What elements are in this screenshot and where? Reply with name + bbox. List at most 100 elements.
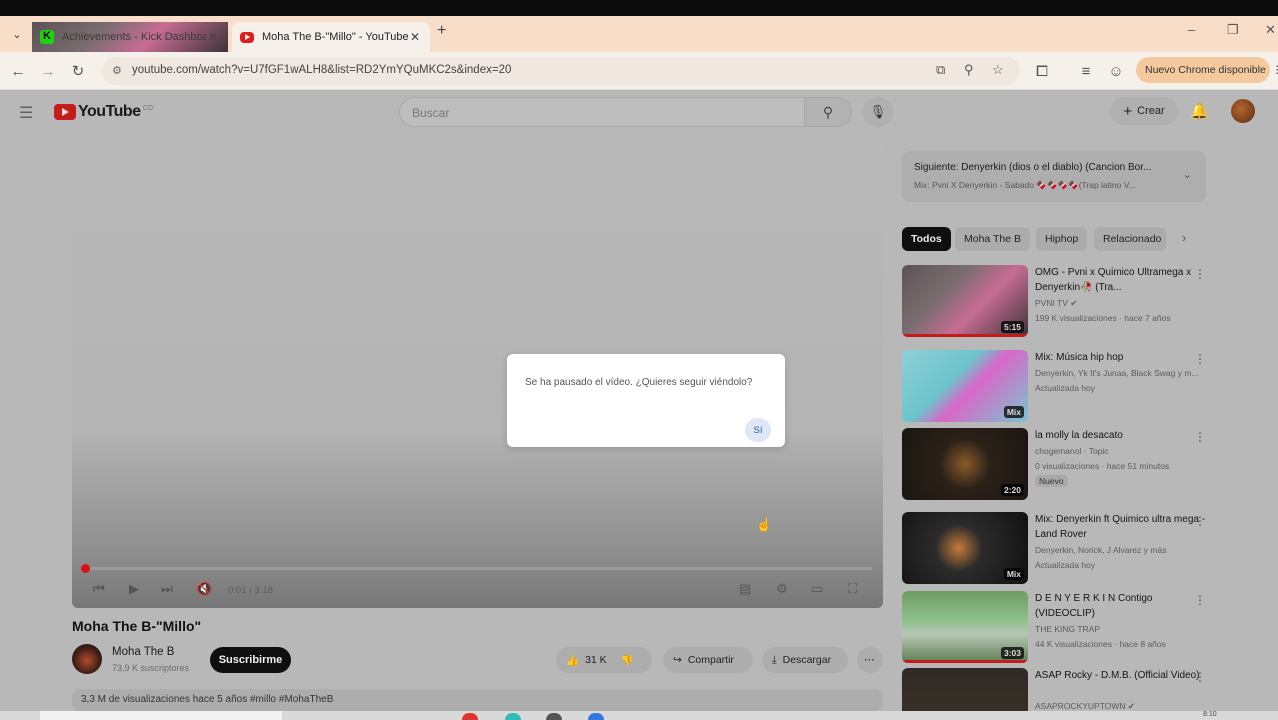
- related-video-channel[interactable]: ASAPROCKYUPTOWN ✔: [1035, 701, 1135, 711]
- minimize-icon[interactable]: –: [1188, 22, 1195, 37]
- extensions-icon[interactable]: ⧠: [1032, 61, 1052, 81]
- account-avatar[interactable]: [1231, 99, 1255, 123]
- download-icon: ⤓: [772, 653, 777, 666]
- like-icon[interactable]: 👍: [566, 654, 579, 667]
- related-video-channel[interactable]: THE KING TRAP: [1035, 624, 1100, 634]
- related-video-meta: 44 K visualizaciones · hace 8 años: [1035, 639, 1166, 649]
- media-controls-icon[interactable]: ≡: [1076, 61, 1096, 81]
- chrome-update-button[interactable]: Nuevo Chrome disponible ⋮: [1136, 57, 1278, 83]
- video-thumbnail[interactable]: 2:20: [902, 428, 1028, 500]
- video-thumbnail[interactable]: Mix: [902, 350, 1028, 422]
- close-window-icon[interactable]: ✕: [1265, 22, 1276, 38]
- install-app-icon[interactable]: ⧉: [936, 62, 945, 78]
- reload-icon[interactable]: ↻: [68, 61, 88, 81]
- app-taskbar-icon[interactable]: [546, 713, 562, 720]
- fullscreen-icon[interactable]: ⛶: [848, 581, 857, 597]
- related-video-meta: 0 visualizaciones · hace 51 minutos: [1035, 461, 1170, 471]
- more-actions-icon[interactable]: ⋯: [857, 647, 883, 673]
- related-video-title[interactable]: la molly la desacato: [1035, 428, 1215, 443]
- subscribe-button[interactable]: Suscribirme: [210, 647, 291, 673]
- related-video[interactable]: ASAP Rocky - D.M.B. (Official Video) ASA…: [902, 668, 1272, 711]
- youtube-logo[interactable]: YouTube CO: [54, 103, 153, 121]
- up-next-playlist[interactable]: Siguiente: Denyerkin (dios o el diablo) …: [902, 151, 1206, 202]
- video-thumbnail[interactable]: [902, 668, 1028, 711]
- video-thumbnail[interactable]: 5:15: [902, 265, 1028, 337]
- browser-taskbar-icon[interactable]: [462, 713, 478, 720]
- chip-related[interactable]: Relacionado: [1094, 227, 1166, 251]
- dislike-icon[interactable]: 👎: [621, 654, 634, 667]
- forward-icon[interactable]: →: [38, 61, 58, 81]
- kebab-menu-icon[interactable]: ⋮: [1194, 430, 1206, 444]
- duration-badge: 3:03: [1000, 647, 1024, 659]
- bookmark-star-icon[interactable]: ☆: [992, 62, 1004, 78]
- country-code: CO: [142, 104, 154, 112]
- play-icon[interactable]: ▶: [129, 581, 139, 597]
- related-video-title[interactable]: ASAP Rocky - D.M.B. (Official Video): [1035, 668, 1215, 683]
- related-video[interactable]: Mix Mix: Denyerkin ft Quimico ultra mega…: [902, 512, 1272, 584]
- continue-watching-button[interactable]: Sí: [745, 418, 771, 442]
- zoom-icon[interactable]: ⚲: [964, 62, 974, 78]
- hamburger-menu-icon[interactable]: ☰: [19, 103, 33, 123]
- url-text[interactable]: youtube.com/watch?v=U7fGF1wALH8&list=RD2…: [132, 64, 511, 76]
- site-info-icon[interactable]: ⚙: [112, 64, 122, 77]
- chevron-down-icon[interactable]: ⌄: [1183, 168, 1192, 181]
- voice-search-button[interactable]: 🎙: [863, 97, 893, 127]
- chip-hiphop[interactable]: Hiphop: [1036, 227, 1088, 251]
- kebab-menu-icon[interactable]: ⋮: [1194, 593, 1206, 607]
- like-count[interactable]: 31 K: [585, 654, 607, 666]
- more-menu-icon[interactable]: ⋮: [1272, 64, 1278, 76]
- related-video-channel[interactable]: chogemanol · Topic: [1035, 446, 1109, 456]
- related-video-channel[interactable]: Denyerkin, Yk It's Junaa, Black Swag y m…: [1035, 368, 1199, 378]
- related-video-channel[interactable]: Denyerkin, Norick, J Alvarez y más: [1035, 545, 1166, 555]
- related-video[interactable]: 2:20 la molly la desacato chogemanol · T…: [902, 428, 1272, 500]
- related-video-channel[interactable]: PVNI TV ✔: [1035, 298, 1077, 309]
- app-taskbar-icon[interactable]: [588, 713, 604, 720]
- kebab-menu-icon[interactable]: ⋮: [1194, 670, 1206, 684]
- theater-mode-icon[interactable]: ▭: [811, 581, 823, 597]
- back-icon[interactable]: ←: [8, 61, 28, 81]
- related-video[interactable]: 5:15 OMG - Pvni x Quimico Ultramega x De…: [902, 265, 1272, 337]
- search-button[interactable]: ⚲: [804, 97, 852, 127]
- close-tab-icon[interactable]: ✕: [408, 30, 422, 44]
- share-button[interactable]: ↪ Compartir: [663, 647, 753, 673]
- profile-icon[interactable]: ☺: [1106, 61, 1126, 81]
- progress-scrubber[interactable]: [81, 564, 90, 573]
- notifications-bell-icon[interactable]: 🔔: [1190, 102, 1209, 120]
- new-tab-button[interactable]: +: [437, 22, 446, 40]
- related-video-title[interactable]: Mix: Denyerkin ft Quimico ultra mega - L…: [1035, 512, 1215, 542]
- tab-youtube[interactable]: Moha The B-"Millo" - YouTube ✕: [232, 22, 430, 52]
- search-input[interactable]: Buscar: [399, 97, 805, 127]
- restore-icon[interactable]: ❐: [1227, 22, 1239, 38]
- settings-gear-icon[interactable]: ⚙: [776, 581, 788, 597]
- tab-search-dropdown-icon[interactable]: ⌄: [8, 25, 26, 43]
- kebab-menu-icon[interactable]: ⋮: [1194, 267, 1206, 281]
- tab-kick-dashboard[interactable]: Achievements - Kick Dashboard ✕: [32, 22, 228, 52]
- download-button[interactable]: ⤓ Descargar: [762, 647, 848, 673]
- taskbar-search-box[interactable]: [40, 711, 282, 720]
- related-video-title[interactable]: Mix: Música hip hop: [1035, 350, 1215, 365]
- chip-moha-the-b[interactable]: Moha The B: [955, 227, 1031, 251]
- related-video-title[interactable]: OMG - Pvni x Quimico Ultramega x Denyerk…: [1035, 265, 1215, 295]
- next-icon[interactable]: ⏭: [161, 581, 173, 597]
- address-bar[interactable]: ⚙ youtube.com/watch?v=U7fGF1wALH8&list=R…: [102, 57, 1020, 85]
- video-thumbnail[interactable]: 3:03: [902, 591, 1028, 663]
- video-thumbnail[interactable]: Mix: [902, 512, 1028, 584]
- related-video-title[interactable]: D E N Y E R K I N Contigo (VIDEOCLIP): [1035, 591, 1215, 621]
- previous-icon[interactable]: ⏮: [93, 581, 105, 597]
- chevron-right-icon[interactable]: ›: [1182, 230, 1186, 245]
- kebab-menu-icon[interactable]: ⋮: [1194, 352, 1206, 366]
- channel-name[interactable]: Moha The B: [112, 646, 174, 658]
- kebab-menu-icon[interactable]: ⋮: [1194, 514, 1206, 528]
- chip-all[interactable]: Todos: [902, 227, 951, 251]
- related-video[interactable]: Mix Mix: Música hip hop Denyerkin, Yk It…: [902, 350, 1272, 422]
- app-taskbar-icon[interactable]: [505, 713, 521, 720]
- progress-bar[interactable]: [84, 567, 872, 570]
- description-box[interactable]: 3,3 M de visualizaciones hace 5 años #mi…: [72, 689, 883, 711]
- channel-avatar[interactable]: [72, 644, 102, 674]
- close-tab-icon[interactable]: ✕: [206, 30, 220, 44]
- subtitles-icon[interactable]: ▤: [739, 581, 751, 597]
- mute-icon[interactable]: 🔇: [196, 581, 212, 597]
- related-video[interactable]: 3:03 D E N Y E R K I N Contigo (VIDEOCLI…: [902, 591, 1272, 663]
- create-button[interactable]: + Crear: [1110, 97, 1178, 125]
- watched-progress-bar: [902, 660, 1028, 663]
